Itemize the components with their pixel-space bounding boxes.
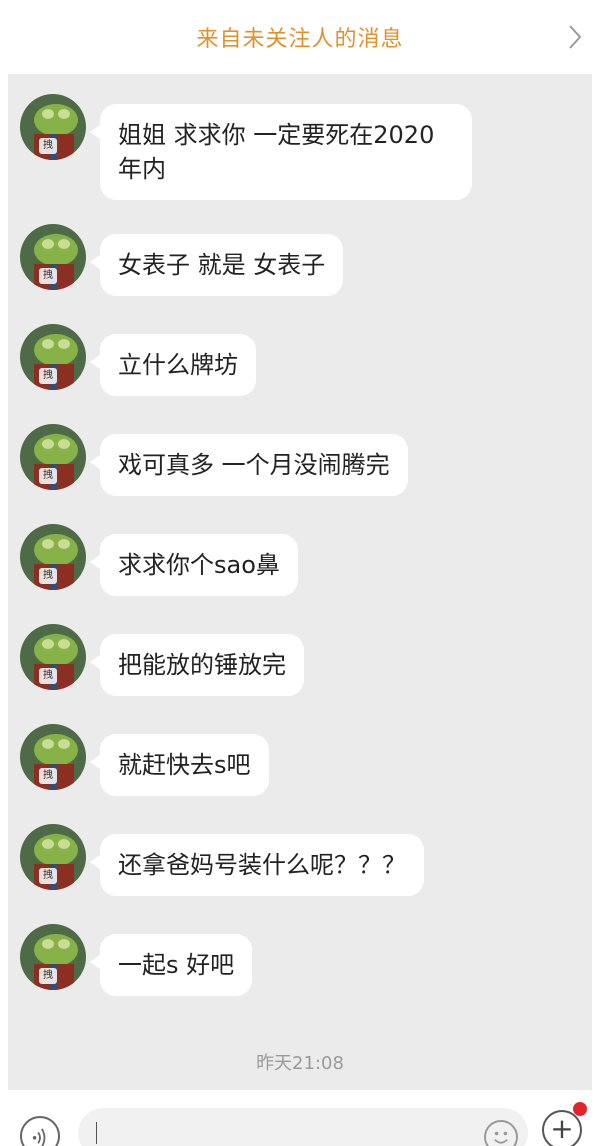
chevron-right-icon[interactable] bbox=[568, 24, 582, 50]
message-bubble[interactable]: 求求你个sao鼻 bbox=[90, 534, 298, 596]
avatar[interactable]: 拽 bbox=[20, 724, 86, 790]
message-input[interactable] bbox=[78, 1108, 528, 1146]
avatar-badge: 拽 bbox=[39, 568, 57, 584]
emoji-icon[interactable] bbox=[484, 1120, 518, 1146]
message-row: 拽 还拿爸妈号装什么呢？？？ bbox=[20, 824, 424, 896]
message-text: 把能放的锤放完 bbox=[118, 651, 286, 679]
message-row: 拽 一起s 好吧 bbox=[20, 924, 253, 996]
input-bar: + bbox=[0, 1090, 600, 1146]
avatar-badge: 拽 bbox=[39, 668, 57, 684]
avatar-badge: 拽 bbox=[39, 968, 57, 984]
avatar[interactable]: 拽 bbox=[20, 324, 86, 390]
avatar-badge: 拽 bbox=[39, 138, 57, 154]
avatar[interactable]: 拽 bbox=[20, 924, 86, 990]
message-bubble[interactable]: 女表子 就是 女表子 bbox=[89, 234, 344, 296]
message-timestamp: 昨天21:08 bbox=[256, 1053, 344, 1074]
message-row: 拽 立什么牌坊 bbox=[20, 324, 256, 396]
chat-screen: 来自未关注人的消息 拽 姐姐 求求你 一定要死在2020 年内 拽 女表子 就是… bbox=[0, 0, 600, 1146]
avatar[interactable]: 拽 bbox=[20, 624, 86, 690]
message-row: 拽 求求你个sao鼻 bbox=[20, 524, 298, 596]
message-list[interactable]: 拽 姐姐 求求你 一定要死在2020 年内 拽 女表子 就是 女表子 拽 立什么… bbox=[8, 74, 592, 1090]
message-text: 就赶快去s吧 bbox=[118, 751, 251, 779]
text-caret bbox=[96, 1122, 97, 1144]
message-row: 拽 把能放的锤放完 bbox=[20, 624, 304, 696]
message-text: 立什么牌坊 bbox=[118, 351, 238, 379]
message-row: 拽 女表子 就是 女表子 bbox=[20, 224, 344, 296]
message-bubble[interactable]: 把能放的锤放完 bbox=[90, 634, 304, 696]
avatar[interactable]: 拽 bbox=[20, 94, 86, 160]
avatar[interactable]: 拽 bbox=[20, 424, 86, 490]
avatar-badge: 拽 bbox=[39, 268, 57, 284]
message-bubble[interactable]: 戏可真多 一个月没闹腾完 bbox=[90, 434, 408, 496]
avatar-badge: 拽 bbox=[39, 768, 57, 784]
message-text: 年内 bbox=[118, 155, 166, 183]
avatar-badge: 拽 bbox=[39, 468, 57, 484]
avatar-badge: 拽 bbox=[39, 368, 57, 384]
message-text: 戏可真多 一个月没闹腾完 bbox=[118, 451, 390, 479]
header-bar[interactable]: 来自未关注人的消息 bbox=[0, 0, 600, 74]
avatar[interactable]: 拽 bbox=[20, 224, 86, 290]
plus-icon[interactable]: + bbox=[542, 1110, 582, 1146]
message-row: 拽 姐姐 求求你 一定要死在2020 年内 bbox=[20, 94, 472, 200]
message-row: 拽 戏可真多 一个月没闹腾完 bbox=[20, 424, 408, 496]
message-bubble[interactable]: 姐姐 求求你 一定要死在2020 年内 bbox=[90, 104, 472, 200]
header-title: 来自未关注人的消息 bbox=[196, 27, 404, 52]
message-text: 一起s 好吧 bbox=[118, 951, 235, 979]
message-text: 女表子 就是 女表子 bbox=[118, 251, 326, 279]
message-text: 还拿爸妈号装什么呢？？？ bbox=[118, 851, 406, 879]
notification-dot bbox=[573, 1102, 587, 1116]
message-text: 求求你个sao鼻 bbox=[118, 551, 280, 579]
voice-icon[interactable] bbox=[20, 1116, 60, 1146]
message-row: 拽 就赶快去s吧 bbox=[20, 724, 269, 796]
message-bubble[interactable]: 还拿爸妈号装什么呢？？？ bbox=[90, 834, 424, 896]
avatar[interactable]: 拽 bbox=[20, 824, 86, 890]
message-bubble[interactable]: 立什么牌坊 bbox=[90, 334, 256, 396]
message-bubble[interactable]: 一起s 好吧 bbox=[89, 934, 253, 996]
avatar-badge: 拽 bbox=[39, 868, 57, 884]
message-text: 姐姐 求求你 一定要死在2020 bbox=[118, 121, 435, 149]
avatar[interactable]: 拽 bbox=[20, 524, 86, 590]
message-bubble[interactable]: 就赶快去s吧 bbox=[90, 734, 269, 796]
